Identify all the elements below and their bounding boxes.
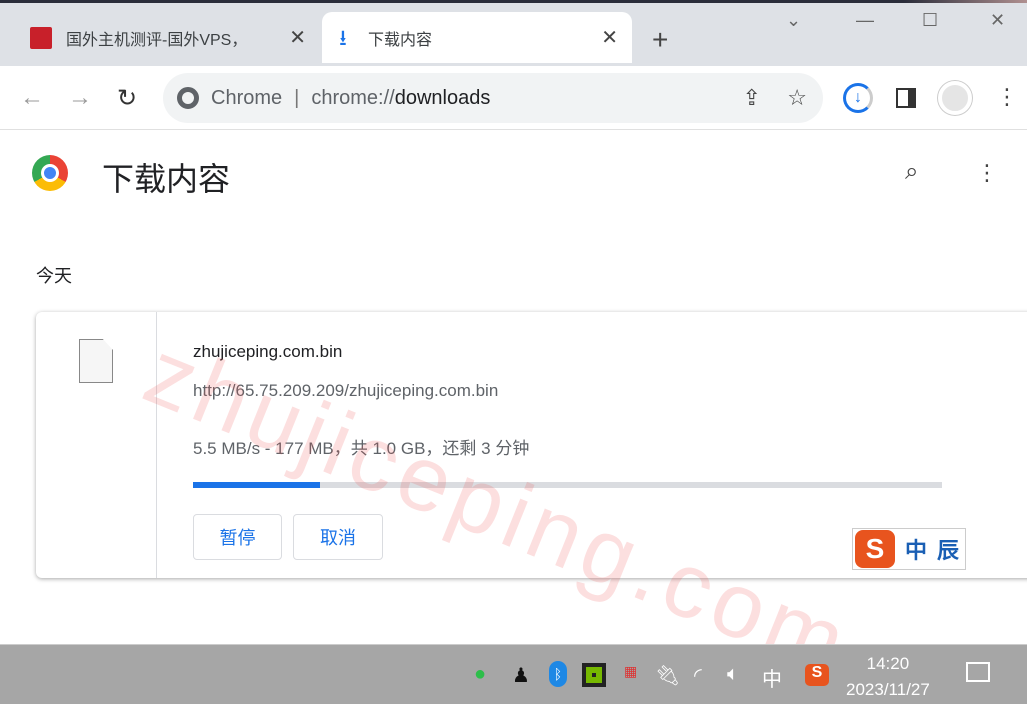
ime-punctuation-icon[interactable]: ⾠	[937, 533, 959, 565]
volume-icon[interactable]: 🔈︎	[727, 663, 739, 686]
cancel-button[interactable]: 取消	[293, 514, 383, 560]
date-section-heading: 今天	[36, 266, 72, 286]
minimize-button[interactable]: —	[856, 10, 874, 31]
avatar[interactable]	[938, 81, 972, 115]
close-tab-icon[interactable]: ✕	[601, 25, 618, 50]
tab-title: 国外主机测评-国外VPS，	[66, 31, 248, 49]
chrome-logo-icon	[32, 155, 68, 191]
separator: |	[294, 86, 300, 109]
menu-icon[interactable]: ⋮	[996, 84, 1018, 110]
pause-button[interactable]: 暂停	[193, 514, 282, 560]
reload-button[interactable]: ↻	[117, 84, 137, 113]
scheme-label: Chrome	[211, 86, 283, 109]
app-tray-icon[interactable]: ▦	[624, 663, 637, 680]
site-favicon-icon	[30, 26, 52, 49]
battery-icon[interactable]: 🔌︎	[655, 663, 680, 688]
back-button[interactable]: ←	[20, 84, 44, 112]
sogou-icon: S	[855, 530, 895, 568]
new-tab-button[interactable]: +	[652, 24, 668, 56]
tab-search-chevron-icon[interactable]: ⌄	[786, 10, 801, 31]
page-title: 下载内容	[102, 161, 231, 197]
tab-title: 下载内容	[368, 31, 433, 49]
clock[interactable]: 14:20 2023/11/27	[846, 651, 930, 703]
bluetooth-icon[interactable]: ᛒ	[549, 661, 567, 687]
address-bar[interactable]: Chrome | chrome://downloads ⇪ ☆	[163, 73, 823, 123]
forward-button[interactable]: →	[68, 84, 92, 112]
taskbar: ● ♟ ᛒ ▦ 🔌︎ ◜ 🔈︎ 中 S 14:20 2023/11/27	[0, 644, 1027, 704]
nvidia-icon[interactable]	[582, 663, 606, 687]
side-panel-icon[interactable]	[896, 88, 916, 108]
downloads-progress-icon[interactable]: ↓	[843, 83, 873, 113]
notification-icon[interactable]	[966, 662, 990, 682]
date: 2023/11/27	[846, 680, 930, 699]
close-tab-icon[interactable]: ✕	[289, 25, 306, 50]
tab-downloads[interactable]: ⭳ 下载内容 ✕	[322, 12, 632, 63]
url-text: chrome://downloads	[311, 86, 491, 109]
chrome-icon	[177, 87, 199, 109]
tab-site[interactable]: 国外主机测评-国外VPS， ✕	[20, 12, 320, 63]
ime-toolbar[interactable]: S 中 ⾠	[852, 528, 966, 570]
download-icon: ⭳	[339, 24, 347, 50]
share-icon[interactable]: ⇪	[743, 85, 761, 111]
file-icon	[79, 339, 113, 383]
close-window-button[interactable]: ✕	[990, 10, 1005, 31]
time: 14:20	[866, 654, 910, 673]
bookmark-star-icon[interactable]: ☆	[787, 85, 807, 111]
more-options-icon[interactable]: ⋮	[976, 160, 998, 186]
ime-mode[interactable]: 中	[905, 533, 927, 565]
wechat-icon[interactable]: ●	[474, 663, 486, 686]
search-icon[interactable]: ⌕	[905, 158, 918, 186]
sogou-tray-icon[interactable]: S	[805, 664, 829, 686]
maximize-button[interactable]: ☐	[922, 10, 938, 31]
input-method-indicator[interactable]: 中	[762, 663, 782, 692]
wifi-icon[interactable]: ◜	[694, 663, 702, 688]
qq-icon[interactable]: ♟	[512, 663, 530, 688]
